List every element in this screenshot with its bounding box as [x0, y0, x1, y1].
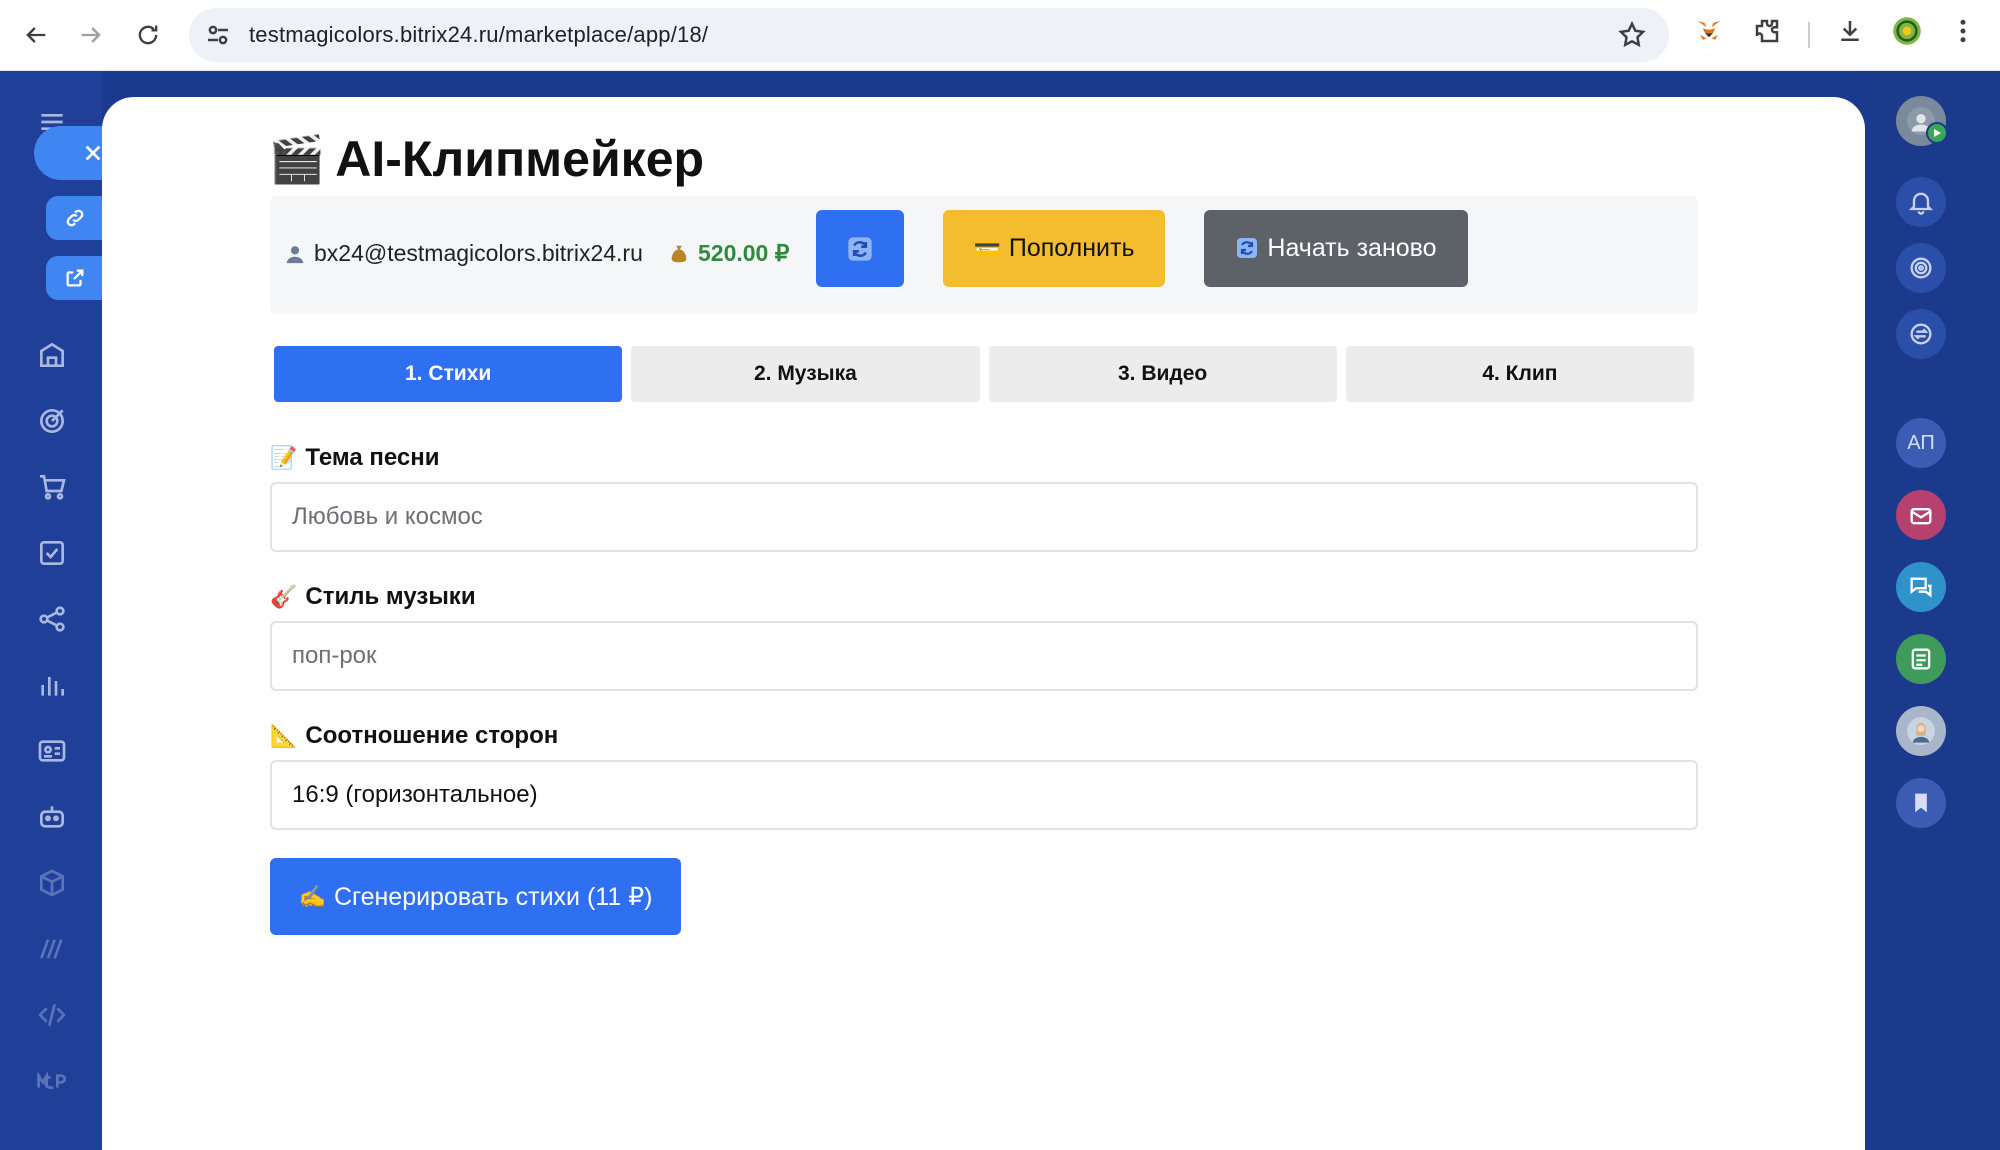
topup-button[interactable]: 💳 Пополнить	[943, 210, 1165, 287]
spiral-icon	[1910, 257, 1932, 279]
box-icon[interactable]	[36, 867, 68, 899]
arrow-left-icon	[26, 27, 46, 43]
tab-clip[interactable]: 4. Клип	[1345, 346, 1694, 402]
mail-icon	[1910, 507, 1932, 525]
metamask-extension-icon[interactable]	[1692, 14, 1726, 48]
browser-menu-icon[interactable]	[1946, 14, 1980, 48]
generate-lyrics-button[interactable]: ✍️ Сгенерировать стихи (11 ₽)	[270, 858, 681, 935]
initials-text: АП	[1907, 431, 1935, 454]
contact-initials-avatar[interactable]: АП	[1896, 418, 1946, 468]
cart-icon[interactable]	[36, 471, 68, 503]
mcp-icon[interactable]	[36, 1065, 68, 1097]
market-stripes-icon[interactable]	[36, 933, 68, 965]
analytics-bars-icon[interactable]	[36, 669, 68, 701]
refresh-icon	[848, 236, 872, 261]
clapperboard-icon: 🎬	[268, 132, 326, 185]
chat-button[interactable]	[1896, 562, 1946, 612]
theme-label-text: Тема песни	[305, 444, 440, 471]
download-icon[interactable]	[1833, 14, 1867, 48]
mail-chat-button[interactable]	[1896, 490, 1946, 540]
balance-info: 520.00 ₽	[668, 240, 789, 267]
sync-arrows-icon	[1910, 323, 1932, 345]
contact-card-icon[interactable]	[36, 735, 68, 767]
target-icon[interactable]	[36, 405, 68, 437]
user-email: bx24@testmagicolors.bitrix24.ru	[314, 240, 643, 266]
balance-amount: 520.00 ₽	[698, 240, 790, 266]
topup-button-label: Пополнить	[1008, 234, 1135, 262]
tab-lyrics[interactable]: 1. Стихи	[274, 346, 623, 402]
address-bar[interactable]: testmagicolors.bitrix24.ru/marketplace/a…	[189, 8, 1669, 62]
toolbar-divider	[1808, 22, 1810, 48]
browser-toolbar: testmagicolors.bitrix24.ru/marketplace/a…	[0, 0, 2000, 71]
style-input[interactable]: поп-рок	[270, 621, 1698, 691]
chat-bubbles-icon	[1910, 577, 1932, 598]
reload-icon	[138, 25, 158, 45]
task-checkbox-icon[interactable]	[36, 537, 68, 569]
aspect-label: 📐 Соотношение сторон	[270, 722, 558, 750]
right-rail	[1865, 71, 2000, 1150]
aspect-ratio-select[interactable]: 16:9 (горизонтальное)	[270, 760, 1698, 830]
guitar-icon: 🎸	[270, 584, 298, 609]
colleague-avatar[interactable]	[1896, 706, 1946, 756]
user-icon	[286, 245, 304, 263]
style-label-text: Стиль музыки	[305, 583, 476, 610]
reload-button[interactable]	[120, 7, 176, 63]
external-link-icon	[66, 269, 84, 287]
bell-icon	[1908, 192, 1934, 215]
money-bag-icon	[671, 245, 687, 262]
arrow-right-icon	[81, 27, 101, 43]
link-icon	[66, 209, 84, 227]
person-photo-icon	[1907, 717, 1935, 745]
back-button[interactable]	[8, 7, 64, 63]
aspect-label-text: Соотношение сторон	[305, 722, 559, 749]
forward-button[interactable]	[63, 7, 119, 63]
style-label: 🎸 Стиль музыки	[270, 583, 476, 611]
generate-lyrics-label: Сгенерировать стихи (11 ₽)	[333, 882, 653, 911]
news-feed-button[interactable]	[1896, 634, 1946, 684]
document-icon	[1911, 648, 1931, 670]
step-tabs: 1. Стихи 2. Музыка 3. Видео 4. Клип	[274, 346, 1694, 402]
restart-button-label: Начать заново	[1267, 234, 1437, 262]
notifications-button[interactable]	[1896, 177, 1946, 227]
open-new-window-tab[interactable]	[46, 256, 104, 300]
user-info: bx24@testmagicolors.bitrix24.ru	[284, 240, 643, 267]
play-badge-icon	[1926, 122, 1948, 144]
theme-input[interactable]: Любовь и космос	[270, 482, 1698, 552]
sync-button[interactable]	[1896, 309, 1946, 359]
memo-icon: 📝	[270, 445, 298, 470]
url-text[interactable]: testmagicolors.bitrix24.ru/marketplace/a…	[249, 22, 708, 48]
tab-video[interactable]: 3. Видео	[988, 346, 1337, 402]
page-title: 🎬 AI-Клипмейкер	[268, 130, 704, 188]
restart-button[interactable]: Начать заново	[1204, 210, 1468, 287]
triangle-ruler-icon: 📐	[270, 723, 298, 748]
bookmark-star-icon[interactable]	[1617, 20, 1647, 50]
refresh-balance-button[interactable]	[816, 210, 904, 287]
workflow-icon[interactable]	[36, 603, 68, 635]
copy-link-tab[interactable]	[46, 196, 104, 240]
close-icon	[85, 145, 101, 161]
page-title-text: AI-Клипмейкер	[335, 131, 705, 187]
writing-hand-icon: ✍️	[298, 883, 326, 909]
robot-icon[interactable]	[36, 801, 68, 833]
credit-card-icon: 💳	[973, 235, 1001, 261]
code-brackets-icon[interactable]	[36, 999, 68, 1031]
extensions-puzzle-icon[interactable]	[1750, 14, 1784, 48]
building-icon[interactable]	[36, 339, 68, 371]
copilot-button[interactable]	[1896, 243, 1946, 293]
restart-arrows-icon	[1235, 236, 1259, 262]
tab-music[interactable]: 2. Музыка	[631, 346, 980, 402]
theme-label: 📝 Тема песни	[270, 444, 439, 472]
bookmarks-button[interactable]	[1896, 778, 1946, 828]
bookmark-icon	[1915, 793, 1927, 813]
profile-avatar-icon[interactable]	[1890, 14, 1924, 48]
site-settings-icon[interactable]	[203, 20, 233, 50]
